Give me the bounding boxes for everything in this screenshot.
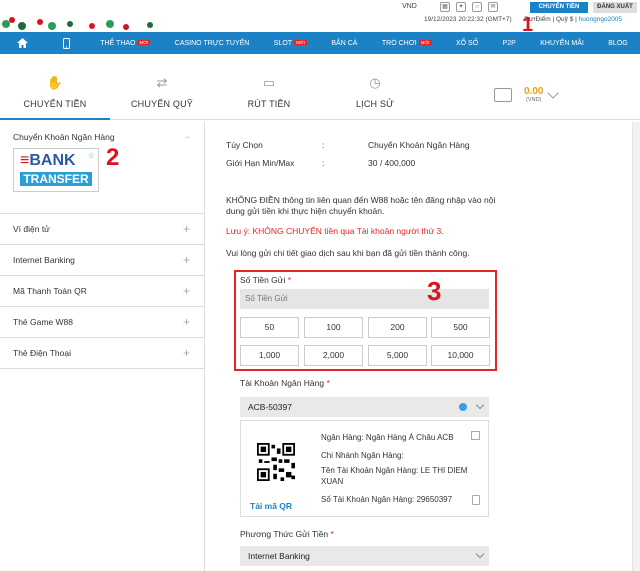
expand-icon[interactable]: + bbox=[183, 284, 190, 298]
deposit-method-select[interactable]: Internet Banking bbox=[240, 546, 489, 566]
notice-text: KHÔNG ĐIỀN thông tin liên quan đến W88 h… bbox=[226, 195, 496, 216]
sidebar-item-bank-transfer[interactable]: Chuyển Khoản Ngân Hàng − ≡BANK TRANSFER … bbox=[0, 122, 204, 214]
bank-name: Ngân Hàng: Ngân Hàng Á Châu ACB bbox=[321, 433, 454, 442]
annotation-marker-3: 3 bbox=[427, 276, 442, 306]
fund-label[interactable]: Quỹ $ bbox=[556, 16, 573, 23]
quick-amount-button[interactable]: 200 bbox=[368, 317, 427, 338]
bank-details-card: Tải mã QR Ngân Hàng: Ngân Hàng Á Châu AC… bbox=[240, 420, 489, 517]
expand-icon[interactable]: + bbox=[183, 315, 190, 329]
download-qr-link[interactable]: Tải mã QR bbox=[250, 501, 292, 511]
transfer-fund-icon: ⇄ bbox=[156, 75, 168, 90]
withdraw-icon: ▭ bbox=[262, 75, 276, 90]
nav-games[interactable]: TRÒ CHƠI MỚI bbox=[382, 39, 432, 47]
wallet-balance[interactable]: 0.00 (VND) bbox=[494, 86, 560, 103]
account-number: Số Tài Khoản Ngân Hàng: 29650397 bbox=[321, 495, 453, 504]
annotation-marker-2: 2 bbox=[106, 144, 120, 171]
limit-value: 30 / 400,000 bbox=[368, 158, 416, 168]
balance-currency: (VND) bbox=[526, 97, 542, 103]
nav-sports[interactable]: THỂ THAO MỚI bbox=[100, 39, 151, 47]
amount-label: Số Tiền Gửi * bbox=[240, 275, 292, 285]
sidebar-item-qr-payment[interactable]: Mã Thanh Toán QR + bbox=[0, 276, 204, 307]
copy-icon[interactable] bbox=[472, 495, 480, 505]
gift-icon[interactable]: ✦ bbox=[456, 2, 466, 12]
nav-lottery[interactable]: XỔ SỐ bbox=[456, 40, 478, 47]
quick-amount-button[interactable]: 2,000 bbox=[304, 345, 363, 366]
sidebar-item-phone-card[interactable]: Thẻ Điện Thoại + bbox=[0, 338, 204, 369]
deposit-method-label: Phương Thức Gửi Tiền * bbox=[240, 529, 334, 539]
currency-select[interactable]: VND bbox=[402, 3, 417, 10]
bank-transfer-logo[interactable]: ≡BANK TRANSFER ☆ bbox=[13, 148, 99, 192]
sidebar-item-e-wallet[interactable]: Ví điện tử + bbox=[0, 214, 204, 245]
tab-withdraw[interactable]: ▭ RÚT TIỀN bbox=[214, 68, 324, 120]
external-link-icon[interactable] bbox=[471, 431, 480, 440]
quick-amount-button[interactable]: 1,000 bbox=[240, 345, 299, 366]
hand-money-icon: ✋ bbox=[46, 75, 64, 90]
quick-amount-button[interactable]: 10,000 bbox=[431, 345, 490, 366]
sidebar-item-internet-banking[interactable]: Internet Banking + bbox=[0, 245, 204, 276]
new-badge: MỚI bbox=[418, 39, 432, 45]
mail-icon[interactable]: ✉ bbox=[488, 2, 498, 12]
chevron-down-icon bbox=[475, 549, 485, 559]
chevron-down-icon[interactable] bbox=[547, 86, 560, 99]
warning-text: Lưu ý: KHÔNG CHUYỂN tiền qua Tài khoản n… bbox=[226, 226, 444, 236]
quick-amount-button[interactable]: 100 bbox=[304, 317, 363, 338]
tab-deposit[interactable]: ✋ CHUYỂN TIỀN bbox=[0, 68, 110, 120]
scrollbar[interactable] bbox=[632, 122, 640, 571]
settings-icon[interactable]: ○ bbox=[472, 2, 482, 12]
tab-fund-transfer[interactable]: ⇄ CHUYỂN QUỸ bbox=[107, 68, 217, 120]
sidebar-item-game-card[interactable]: Thẻ Game W88 + bbox=[0, 307, 204, 338]
username[interactable]: huongngo2005 bbox=[579, 16, 622, 23]
quick-amount-button[interactable]: 50 bbox=[240, 317, 299, 338]
instruction-text: Vui lòng gửi chi tiết giao dịch sau khi … bbox=[226, 248, 470, 258]
option-value: Chuyển Khoản Ngân Hàng bbox=[368, 140, 470, 150]
main-nav: THỂ THAO MỚI CASINO TRỰC TUYẾN SLOT MỚI BẮ… bbox=[0, 32, 640, 54]
nav-blog[interactable]: BLOG bbox=[608, 40, 627, 47]
new-badge: MỚI bbox=[137, 39, 151, 45]
option-label: Tùy Chọn bbox=[226, 140, 263, 150]
amount-input[interactable] bbox=[240, 289, 489, 309]
mobile-icon[interactable] bbox=[44, 32, 88, 54]
nav-slot[interactable]: SLOT MỚI bbox=[274, 39, 307, 47]
bank-account-label: Tài Khoản Ngân Hàng * bbox=[240, 378, 330, 388]
calendar-icon[interactable]: ▦ bbox=[440, 2, 450, 12]
nav-promotions[interactable]: KHUYẾN MÃI bbox=[540, 40, 584, 47]
bank-branch: Chi Nhánh Ngân Hàng: bbox=[321, 451, 404, 460]
datetime: 19/12/2023 20:22:32 (GMT+7) bbox=[424, 16, 512, 23]
wallet-icon bbox=[494, 87, 512, 102]
bank-account-select[interactable]: ACB-50397 bbox=[240, 397, 489, 417]
divider bbox=[204, 122, 205, 571]
history-icon: ◷ bbox=[369, 75, 381, 90]
home-icon[interactable] bbox=[0, 32, 44, 54]
account-name: Tên Tài Khoản Ngân Hàng: LE THI DIEM bbox=[321, 466, 468, 475]
qr-code bbox=[257, 443, 295, 481]
new-badge: MỚI bbox=[294, 39, 307, 45]
balance-amount: 0.00 bbox=[524, 86, 544, 97]
sidebar-item-label: Chuyển Khoản Ngân Hàng bbox=[13, 132, 115, 142]
top-utility-bar: VND ▦ ✦ ○ ✉ CHUYỂN TIỀN ĐĂNG XUẤT 19/12/… bbox=[0, 0, 640, 36]
info-icon[interactable] bbox=[459, 403, 467, 411]
festive-decoration bbox=[2, 17, 153, 30]
nav-fishing[interactable]: BẮN CÁ bbox=[331, 40, 357, 47]
limit-label: Giới Hạn Min/Max bbox=[226, 158, 295, 168]
deposit-info: Tùy Chọn : Chuyển Khoản Ngân Hàng Giới H… bbox=[226, 140, 470, 168]
payment-method-sidebar: Chuyển Khoản Ngân Hàng − ≡BANK TRANSFER … bbox=[0, 122, 204, 369]
deposit-button[interactable]: CHUYỂN TIỀN bbox=[530, 2, 588, 13]
chevron-down-icon bbox=[475, 400, 485, 410]
star-icon: ☆ bbox=[87, 151, 95, 160]
expand-icon[interactable]: + bbox=[183, 222, 190, 236]
quick-amount-button[interactable]: 5,000 bbox=[368, 345, 427, 366]
nav-p2p[interactable]: P2P bbox=[503, 40, 516, 47]
expand-icon[interactable]: + bbox=[183, 346, 190, 360]
nav-casino[interactable]: CASINO TRỰC TUYẾN bbox=[175, 40, 250, 47]
collapse-icon[interactable]: − bbox=[185, 132, 190, 142]
account-name-cont: XUAN bbox=[321, 477, 344, 486]
expand-icon[interactable]: + bbox=[183, 253, 190, 267]
quick-amount-button[interactable]: 500 bbox=[431, 317, 490, 338]
tab-history[interactable]: ◷ LỊCH SỬ bbox=[320, 68, 430, 120]
logout-button[interactable]: ĐĂNG XUẤT bbox=[593, 2, 637, 13]
